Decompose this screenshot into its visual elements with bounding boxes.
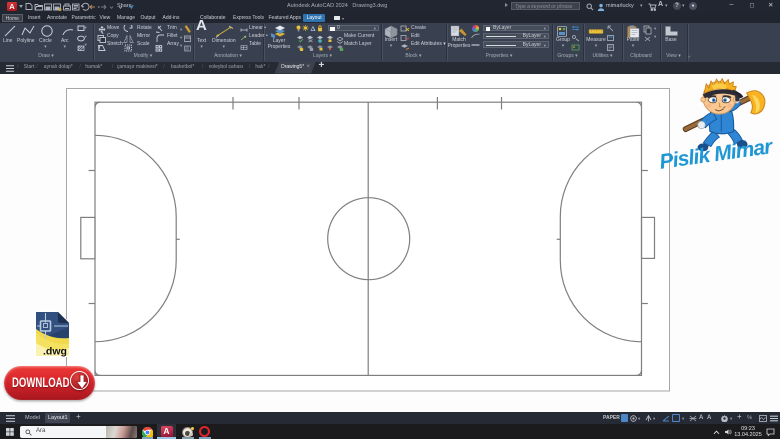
svg-text:.dwg: .dwg bbox=[43, 345, 67, 357]
